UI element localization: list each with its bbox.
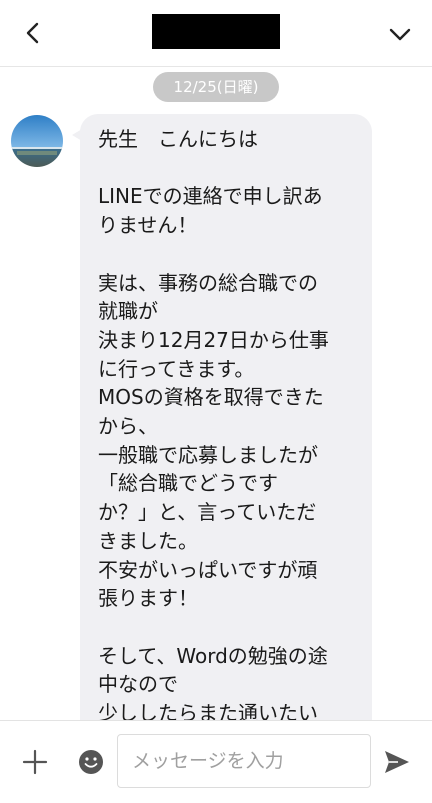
send-button[interactable] [382, 747, 412, 777]
message-bubble[interactable]: 先生 こんにちは LINEでの連絡で申し訳あ りません！ 実は、事務の総合職での… [80, 114, 372, 720]
avatar-image [11, 115, 63, 167]
input-bar [0, 720, 432, 803]
plus-icon [22, 749, 48, 775]
emoji-button[interactable] [77, 748, 105, 776]
chat-area[interactable]: 12/25(日曜) 先生 こんにちは LINEでの連絡で申し訳あ りません！ 実… [0, 67, 432, 720]
chevron-left-icon [26, 22, 39, 44]
avatar[interactable] [11, 115, 63, 167]
chat-header [0, 0, 432, 67]
emoji-icon [79, 750, 103, 774]
redacted-chat-title [152, 14, 280, 49]
message-input[interactable] [117, 734, 371, 788]
chat-menu-button[interactable] [384, 20, 416, 48]
add-attachment-button[interactable] [20, 747, 50, 777]
send-icon [385, 751, 409, 773]
message-text: 先生 こんにちは LINEでの連絡で申し訳あ りません！ 実は、事務の総合職での… [98, 127, 329, 720]
chevron-down-icon [389, 28, 411, 41]
back-button[interactable] [18, 18, 48, 48]
date-separator: 12/25(日曜) [153, 72, 279, 102]
